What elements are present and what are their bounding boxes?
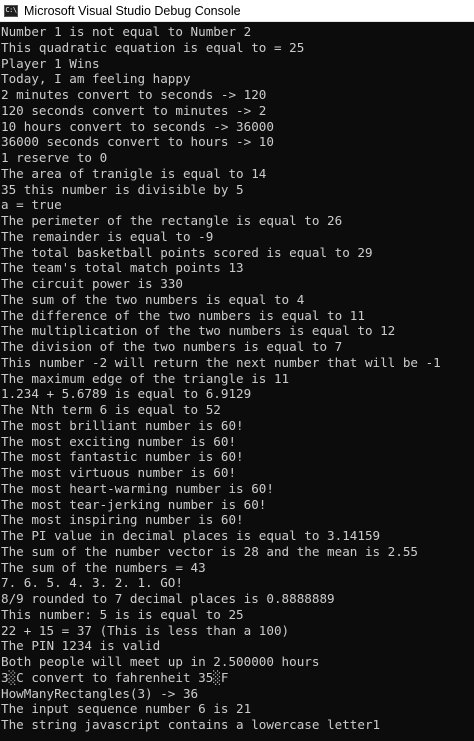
console-line: The sum of the numbers = 43 bbox=[1, 559, 206, 575]
console-line: This number: 5 is is equal to 25 bbox=[1, 606, 244, 622]
console-line: The most brilliant number is 60! bbox=[1, 417, 244, 433]
console-line: The multiplication of the two numbers is… bbox=[1, 323, 396, 339]
console-line: The PIN 1234 is valid bbox=[1, 638, 161, 654]
console-line: The remainder is equal to -9 bbox=[1, 228, 214, 244]
console-line: The PI value in decimal places is equal … bbox=[1, 528, 381, 543]
console-line: This number -2 will return the next numb… bbox=[1, 354, 441, 370]
console-line: 22 + 15 = 37 (This is less than a 100) bbox=[1, 622, 290, 638]
console-line: 1.234 + 5.6789 is equal to 6.9129 bbox=[1, 386, 252, 402]
console-line: The division of the two numbers is equal… bbox=[1, 339, 343, 354]
console-line: This quadratic equation is equal to = 25 bbox=[1, 39, 305, 55]
console-line: The total basketball points scored is eq… bbox=[1, 244, 373, 260]
console-line: The sum of the number vector is 28 and t… bbox=[1, 543, 419, 559]
console-app-icon: C:\ bbox=[4, 4, 18, 17]
console-line: The Nth term 6 is equal to 52 bbox=[1, 402, 221, 417]
console-line: The most fantastic number is 60! bbox=[1, 449, 244, 465]
console-line: The most tear-jerking number is 60! bbox=[1, 496, 267, 512]
console-line: a = true bbox=[1, 197, 62, 213]
console-line: The most heart-warming number is 60! bbox=[1, 480, 274, 496]
console-line: 1 reserve to 0 bbox=[1, 150, 108, 165]
console-line: 3░C convert to fahrenheit 35░F bbox=[1, 669, 229, 685]
console-line: Today, I am feeling happy bbox=[1, 71, 191, 87]
console-line: The most virtuous number is 60! bbox=[1, 465, 237, 480]
console-line: 7. 6. 5. 4. 3. 2. 1. GO! bbox=[1, 575, 183, 591]
console-line: The difference of the two numbers is equ… bbox=[1, 307, 365, 323]
console-line: The maximum edge of the triangle is 11 bbox=[1, 370, 290, 386]
console-line: The team's total match points 13 bbox=[1, 260, 244, 276]
console-line: HowManyRectangles(3) -> 36 bbox=[1, 685, 199, 701]
console-line: The most exciting number is 60! bbox=[1, 433, 237, 449]
console-line: The sum of the two numbers is equal to 4 bbox=[1, 291, 305, 307]
console-line: 2 minutes convert to seconds -> 120 bbox=[1, 87, 267, 102]
console-line: Both people will meet up in 2.500000 hou… bbox=[1, 654, 320, 669]
console-line: The input sequence number 6 is 21 bbox=[1, 701, 252, 717]
console-line: The perimeter of the rectangle is equal … bbox=[1, 213, 343, 228]
console-line: The most inspiring number is 60! bbox=[1, 512, 244, 528]
title-bar[interactable]: C:\ Microsoft Visual Studio Debug Consol… bbox=[0, 0, 474, 22]
console-line: Player 1 Wins bbox=[1, 55, 100, 71]
console-line: 120 seconds convert to minutes -> 2 bbox=[1, 102, 267, 118]
console-line: 8/9 rounded to 7 decimal places is 0.888… bbox=[1, 591, 335, 606]
console-line: 10 hours convert to seconds -> 36000 bbox=[1, 118, 274, 134]
console-line: 35 this number is divisible by 5 bbox=[1, 181, 244, 197]
console-output[interactable]: Number 1 is not equal to Number 2 This qu… bbox=[0, 24, 474, 741]
console-line: Number 1 is not equal to Number 2 bbox=[1, 24, 252, 39]
window-title: Microsoft Visual Studio Debug Console bbox=[24, 3, 241, 18]
console-line: The circuit power is 330 bbox=[1, 276, 183, 291]
debug-console-window: C:\ Microsoft Visual Studio Debug Consol… bbox=[0, 0, 474, 741]
console-line: The string javascript contains a lowerca… bbox=[1, 717, 381, 732]
console-line: 36000 seconds convert to hours -> 10 bbox=[1, 134, 274, 150]
console-line: The area of tranigle is equal to 14 bbox=[1, 165, 267, 181]
